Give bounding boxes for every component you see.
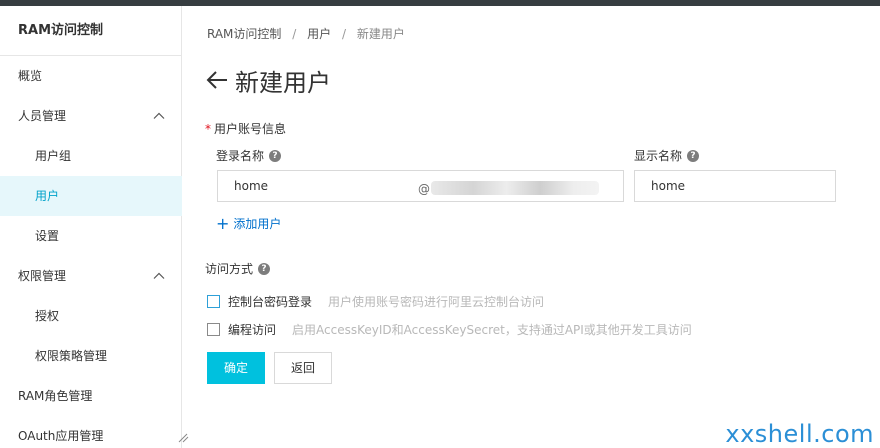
sidebar-title: RAM访问控制 <box>0 6 181 56</box>
sidebar-item-ram-roles[interactable]: RAM角色管理 <box>0 376 182 416</box>
console-login-label[interactable]: 控制台密码登录 <box>228 293 312 310</box>
breadcrumb-separator: / <box>341 27 347 41</box>
add-user-link[interactable]: + 添加用户 <box>216 215 281 232</box>
login-name-label: 登录名称 ? <box>216 147 282 164</box>
display-name-label: 显示名称 ? <box>634 147 700 164</box>
programmatic-access-checkbox[interactable] <box>207 323 220 336</box>
access-method-label: 访问方式 ? <box>205 260 271 277</box>
sidebar-item-label: 概览 <box>18 69 43 83</box>
help-icon[interactable]: ? <box>687 149 700 162</box>
back-button[interactable]: 返回 <box>274 352 332 384</box>
console-login-hint: 用户使用账号密码进行阿里云控制台访问 <box>328 295 545 309</box>
breadcrumb-separator: / <box>292 27 297 41</box>
sidebar-item-policy-management[interactable]: 权限策略管理 <box>0 336 182 376</box>
sidebar-item-label: 设置 <box>35 229 60 243</box>
sidebar-item-user-groups[interactable]: 用户组 <box>0 136 182 176</box>
redacted-domain <box>431 181 599 195</box>
display-name-input[interactable]: home <box>634 170 836 202</box>
programmatic-access-label[interactable]: 编程访问 <box>228 321 276 338</box>
breadcrumb-item-users[interactable]: 用户 <box>307 27 331 41</box>
sidebar-item-label: 人员管理 <box>18 109 67 123</box>
breadcrumb-item-current: 新建用户 <box>356 27 405 41</box>
console-login-option[interactable]: 控制台密码登录 用户使用账号密码进行阿里云控制台访问 <box>207 293 544 310</box>
sidebar-item-label: 用户 <box>35 189 60 203</box>
help-icon[interactable]: ? <box>269 149 282 162</box>
console-login-checkbox[interactable] <box>207 295 220 308</box>
display-name-label-text: 显示名称 <box>634 149 683 163</box>
chevron-up-icon <box>153 272 165 279</box>
sidebar-item-label: 权限管理 <box>18 269 67 283</box>
page-title: 新建用户 <box>235 68 331 97</box>
chevron-up-icon <box>153 112 165 119</box>
domain-at-sign: @ <box>418 182 430 196</box>
arrow-left-icon[interactable] <box>205 70 229 90</box>
sidebar-item-settings[interactable]: 设置 <box>0 216 182 256</box>
sidebar-item-oauth-apps[interactable]: OAuth应用管理 <box>0 416 182 448</box>
display-name-value: home <box>651 179 686 193</box>
sidebar-item-users[interactable]: 用户 <box>0 176 182 216</box>
sidebar-item-label: 权限策略管理 <box>35 349 108 363</box>
sidebar-item-people-management[interactable]: 人员管理 <box>0 96 182 136</box>
sidebar-item-overview[interactable]: 概览 <box>0 56 182 96</box>
add-user-label: 添加用户 <box>233 217 282 231</box>
sidebar-item-label: 授权 <box>35 309 60 323</box>
plus-icon: + <box>216 213 230 233</box>
programmatic-access-option[interactable]: 编程访问 启用AccessKeyID和AccessKeySecret，支持通过A… <box>207 321 692 338</box>
access-method-label-text: 访问方式 <box>205 262 254 276</box>
login-name-label-text: 登录名称 <box>216 149 265 163</box>
breadcrumb: RAM访问控制 / 用户 / 新建用户 <box>207 25 405 42</box>
programmatic-access-hint: 启用AccessKeyID和AccessKeySecret，支持通过API或其他… <box>292 323 692 337</box>
help-icon[interactable]: ? <box>258 262 271 275</box>
main-content: RAM访问控制 / 用户 / 新建用户 新建用户 * 用户账号信息 登录名称 ? … <box>183 6 880 448</box>
sidebar-item-permission-management[interactable]: 权限管理 <box>0 256 182 296</box>
confirm-button[interactable]: 确定 <box>207 352 265 384</box>
sidebar-item-label: RAM角色管理 <box>18 389 93 403</box>
sidebar-item-label: 用户组 <box>35 149 72 163</box>
page-header: 新建用户 <box>205 62 331 98</box>
sidebar-item-authorization[interactable]: 授权 <box>0 296 182 336</box>
section-label-text: 用户账号信息 <box>214 122 287 136</box>
login-name-value: home <box>234 179 269 193</box>
sidebar: RAM访问控制 概览 人员管理 用户组 用户 设置 权限管理 授权 权限策略管理… <box>0 6 182 448</box>
section-label: * 用户账号信息 <box>205 120 286 137</box>
required-mark: * <box>205 122 211 136</box>
watermark: xxshell.com <box>725 420 874 448</box>
sidebar-item-label: OAuth应用管理 <box>18 429 104 443</box>
breadcrumb-item-ram[interactable]: RAM访问控制 <box>207 27 281 41</box>
